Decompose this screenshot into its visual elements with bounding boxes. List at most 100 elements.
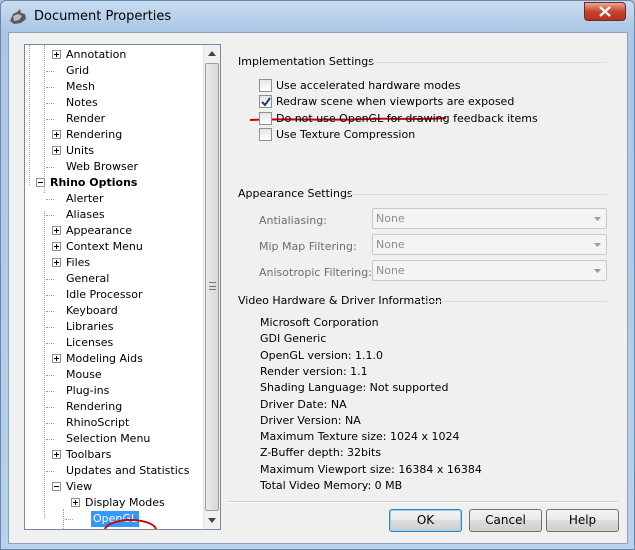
tree-connector [46,295,54,296]
arrow-down-icon [208,518,216,523]
tree-item-rhinoscript[interactable]: RhinoScript [25,415,205,431]
expand-icon[interactable] [52,50,61,59]
tree-item-idle-processor[interactable]: Idle Processor [25,287,205,303]
video-info-line: Render version: 1.1 [260,364,368,378]
scroll-up-button[interactable] [204,45,220,62]
tree-item-label: Files [66,256,91,269]
expand-icon[interactable] [52,146,61,155]
tree-item-label: Modeling Aids [66,352,143,365]
video-info-line: Z-Buffer depth: 32bits [260,446,382,460]
tree-vertical-scrollbar[interactable] [203,45,220,529]
tree-item-general[interactable]: General [25,271,205,287]
tree-item-label: Grid [66,64,90,77]
tree-connector [46,423,54,424]
tree-item-display-modes[interactable]: Display Modes [25,495,205,511]
video-hardware-title: Video Hardware & Driver Information [238,294,443,307]
video-info-line: OpenGL version: 1.1.0 [260,348,384,362]
checkbox-box[interactable] [259,95,272,108]
tree-item-label: Display Modes [85,496,165,509]
scroll-grip-icon [209,282,216,290]
tree-item-files[interactable]: Files [25,255,205,271]
video-info-line: Driver Date: NA [260,397,347,411]
anisotropic-filtering-label: Anisotropic Filtering: [259,266,372,279]
expand-icon[interactable] [52,130,61,139]
tree-connector [46,119,54,120]
title-bar[interactable]: Document Properties [1,1,634,33]
collapse-icon[interactable] [52,482,61,491]
implementation-settings-title: Implementation Settings [238,55,374,68]
checkbox-label: Do not use OpenGL for drawing feedback i… [276,112,538,125]
scroll-thumb[interactable] [205,63,219,511]
tree-item-rendering[interactable]: Rendering [25,399,205,415]
tree-item-mesh[interactable]: Mesh [25,79,205,95]
tree-item-label: Rhino Options [50,176,138,189]
tree-item-selection-menu[interactable]: Selection Menu [25,431,205,447]
expand-icon[interactable] [52,242,61,251]
checkbox-box[interactable] [259,79,272,92]
tree-connector [46,87,54,88]
mip-map-filtering-select[interactable]: None [372,234,607,255]
video-info-line: Microsoft Corporation [260,316,379,329]
tree-item-annotation[interactable]: Annotation [25,47,205,63]
tree-item-render[interactable]: Render [25,111,205,127]
tree-item-aliases[interactable]: Aliases [25,207,205,223]
tree-item-units[interactable]: Units [25,143,205,159]
expand-icon[interactable] [52,450,61,459]
video-info-line: Driver Version: NA [260,413,361,427]
checkbox-box[interactable] [259,128,272,141]
tree-item-toolbars[interactable]: Toolbars [25,447,205,463]
tree-item-licenses[interactable]: Licenses [25,335,205,351]
tree-item-alerter[interactable]: Alerter [25,191,205,207]
tree-item-modeling-aids[interactable]: Modeling Aids [25,351,205,367]
collapse-icon[interactable] [36,178,45,187]
tree-connector [46,439,54,440]
tree-item-appearance[interactable]: Appearance [25,223,205,239]
tree-item-notes[interactable]: Notes [25,95,205,111]
tree-connector [46,279,54,280]
tree-item-libraries[interactable]: Libraries [25,319,205,335]
window-title: Document Properties [34,9,172,24]
dialog-client-area: Annotation Grid Mesh Notes Render Rendering Un… [8,32,628,544]
tree-item-label: Idle Processor [66,288,143,301]
tree-item-keyboard[interactable]: Keyboard [25,303,205,319]
appearance-settings-title: Appearance Settings [238,187,353,200]
tree-item-label: Annotation [66,48,127,61]
cancel-button[interactable]: Cancel [469,509,542,532]
close-icon [599,6,611,17]
anisotropic-filtering-select[interactable]: None [372,260,607,281]
tree-item-view[interactable]: View [25,479,205,495]
options-tree[interactable]: Annotation Grid Mesh Notes Render Rendering Un… [24,44,221,530]
tree-item-label: Rendering [66,400,123,413]
checkbox-label: Redraw scene when viewports are exposed [276,95,515,108]
expand-icon[interactable] [52,354,61,363]
tree-item-label: Aliases [66,208,105,221]
tree-item-grid[interactable]: Grid [25,63,205,79]
video-info-line: Maximum Viewport size: 16384 x 16384 [260,462,482,476]
chevron-down-icon [594,217,601,221]
tree-connector [46,167,54,168]
tree-item-label: View [66,480,93,493]
check-icon [261,97,271,107]
antialiasing-select[interactable]: None [372,208,607,229]
expand-icon[interactable] [52,226,61,235]
tree-connector [46,327,54,328]
tree-item-rhino-options[interactable]: Rhino Options [25,175,205,191]
help-button[interactable]: Help [546,509,619,532]
scroll-down-button[interactable] [204,512,220,529]
close-button[interactable] [584,2,626,21]
tree-connector [46,343,54,344]
checkbox-box[interactable] [259,112,272,125]
tree-connector [46,71,54,72]
expand-icon[interactable] [52,258,61,267]
tree-item-web-browser[interactable]: Web Browser [25,159,205,175]
tree-item-mouse[interactable]: Mouse [25,367,205,383]
tree-item-updates-and-statistics[interactable]: Updates and Statistics [25,463,205,479]
group-divider [417,301,607,302]
tree-connector [46,199,54,200]
tree-item-plug-ins[interactable]: Plug-ins [25,383,205,399]
tree-item-rendering[interactable]: Rendering [25,127,205,143]
rhino-app-icon [10,9,26,24]
expand-icon[interactable] [71,498,80,507]
ok-button[interactable]: OK [389,509,462,532]
tree-item-context-menu[interactable]: Context Menu [25,239,205,255]
